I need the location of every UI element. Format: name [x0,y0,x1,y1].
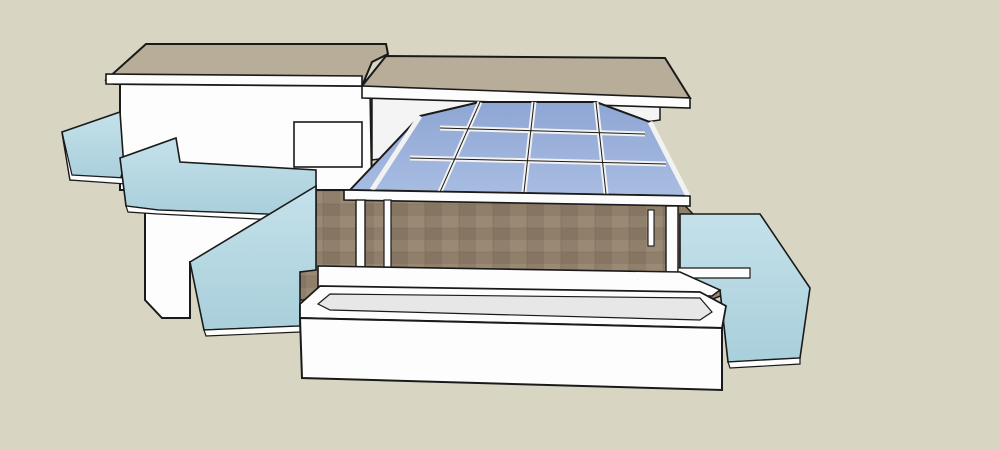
post-back [647,209,655,247]
house-3d-sketch [61,43,811,392]
main-roof-edge [105,73,363,87]
sketch-model-canvas [0,0,1000,445]
wall-window [293,121,363,168]
post-left [355,199,366,271]
post-mid [383,199,392,269]
planter-front [298,316,723,392]
post-right [665,205,679,283]
